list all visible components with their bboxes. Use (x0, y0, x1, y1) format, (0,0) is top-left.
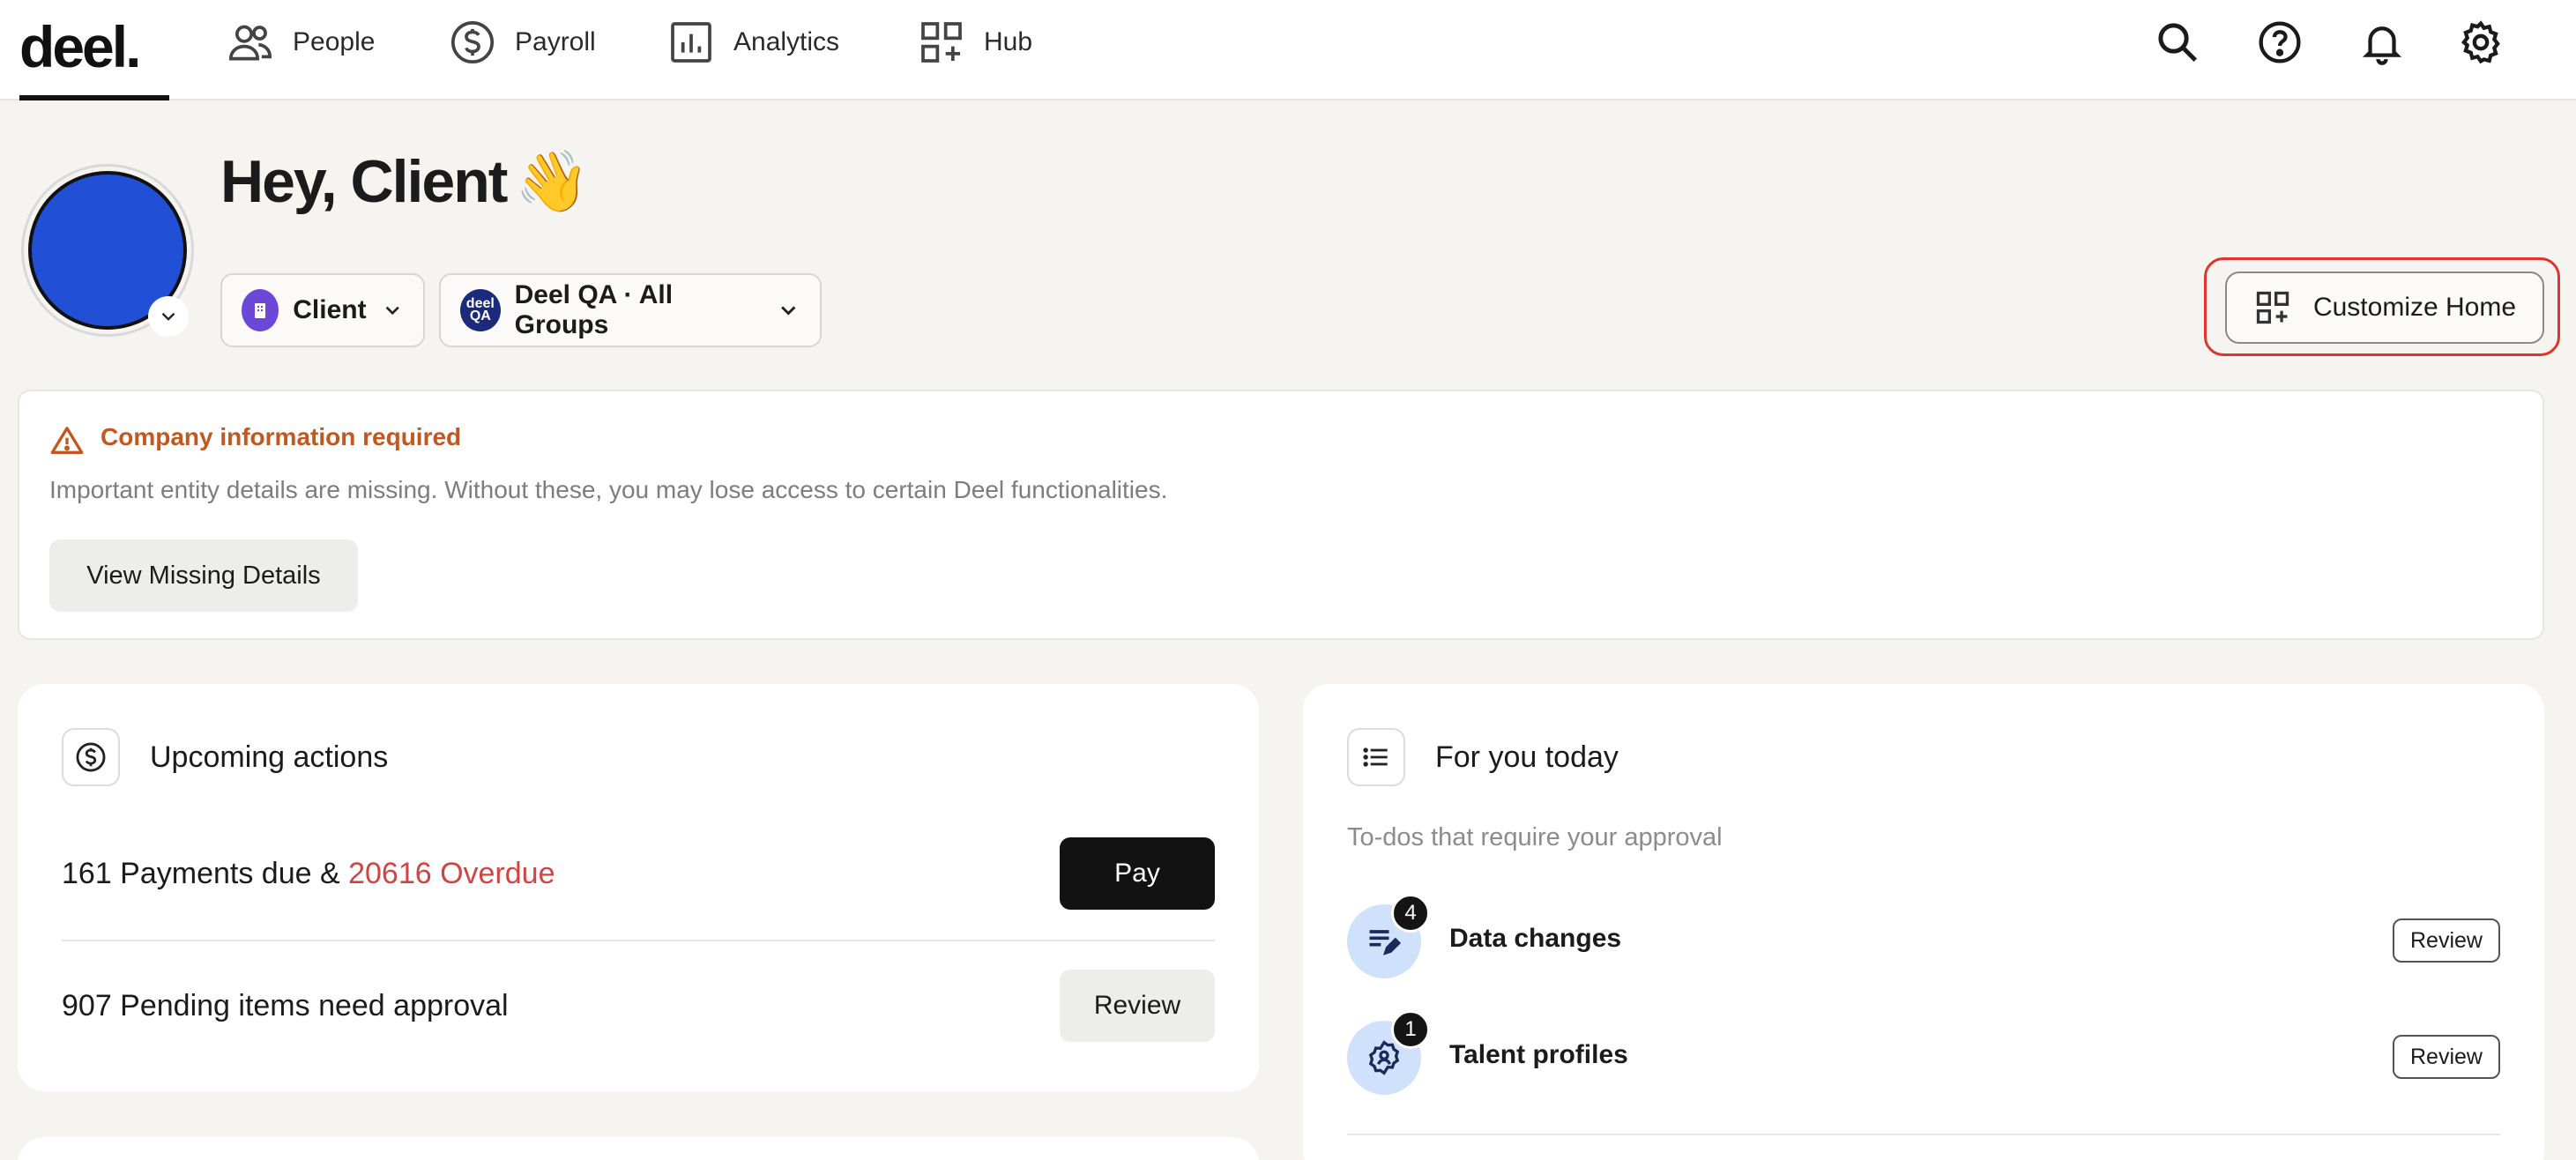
nav-label-analytics: Analytics (733, 27, 840, 56)
pending-approval-text: 907 Pending items need approval (62, 989, 509, 1022)
people-icon (228, 25, 272, 61)
help-button[interactable] (2253, 16, 2306, 69)
building-icon (242, 289, 279, 331)
nav-label-payroll: Payroll (515, 27, 596, 56)
alert-message: Important entity details are missing. Wi… (49, 476, 1168, 503)
grid-plus-icon (921, 22, 962, 63)
data-changes-count: 4 (1391, 894, 1430, 933)
chevron-down-icon (780, 306, 795, 316)
avatar-menu-toggle[interactable] (148, 296, 189, 337)
talent-profiles-count: 1 (1391, 1010, 1430, 1049)
page-greeting: Hey, Client 👋 (220, 146, 590, 217)
bell-icon (2362, 26, 2402, 65)
gear-icon (2461, 20, 2500, 64)
pay-button[interactable]: Pay (1060, 837, 1215, 910)
view-missing-details-button[interactable]: View Missing Details (49, 539, 358, 612)
next-card-edge (18, 1137, 1259, 1160)
customize-home-button[interactable]: Customize Home (2225, 271, 2544, 344)
data-changes-label: Data changes (1449, 924, 1622, 953)
role-selector-label: Client (293, 295, 367, 324)
upcoming-actions-card: Upcoming actions 161 Payments due & 2061… (18, 684, 1259, 1091)
review-pending-button[interactable]: Review (1060, 970, 1215, 1042)
company-info-alert: Company information required Important e… (18, 390, 2544, 640)
nav-item-analytics[interactable]: Analytics (666, 16, 839, 69)
dollar-circle-icon (450, 20, 495, 64)
row-divider (1347, 1134, 2500, 1135)
deel-logo[interactable]: deel. (19, 7, 169, 100)
card-icon-box (1347, 728, 1405, 786)
greeting-text: Hey, Client (220, 148, 508, 215)
review-data-changes-button[interactable]: Review (2393, 918, 2500, 963)
bar-chart-icon (671, 22, 711, 63)
customize-home-label: Customize Home (2312, 293, 2517, 322)
org-selector[interactable]: deel QA Deel QA · All Groups (439, 273, 822, 347)
nav-item-hub[interactable]: Hub (917, 16, 1032, 69)
search-button[interactable] (2151, 16, 2204, 69)
nav-label-people: People (293, 27, 376, 56)
list-icon (1363, 747, 1388, 767)
card-icon-box (62, 728, 120, 786)
notifications-button[interactable] (2356, 16, 2408, 69)
wave-emoji: 👋 (515, 148, 590, 215)
talent-profiles-label: Talent profiles (1449, 1040, 1628, 1069)
warning-icon (50, 427, 84, 454)
org-selector-label: Deel QA · All Groups (514, 280, 674, 339)
active-tab-indicator (19, 95, 169, 100)
upcoming-actions-title: Upcoming actions (150, 740, 389, 774)
overdue-count[interactable]: 20616 Overdue (348, 857, 555, 890)
nav-item-payroll[interactable]: Payroll (448, 16, 596, 69)
payments-due-row: 161 Payments due & 20616 Overdue (62, 857, 555, 891)
for-you-today-subtitle: To-dos that require your approval (1347, 823, 1723, 851)
review-talent-profiles-button[interactable]: Review (2393, 1035, 2500, 1079)
top-nav: deel. People Payroll Analytics Hub (0, 0, 2576, 100)
for-you-today-title: For you today (1435, 740, 1619, 774)
search-icon (2158, 23, 2198, 63)
dollar-circle-icon (76, 742, 106, 772)
chevron-down-icon (161, 312, 175, 321)
payments-due-text: 161 Payments due & (62, 857, 349, 890)
nav-item-people[interactable]: People (226, 16, 375, 69)
nav-label-hub: Hub (984, 27, 1033, 56)
org-logo: deel QA (460, 289, 501, 331)
for-you-today-card: For you today To-dos that require your a… (1303, 684, 2544, 1160)
settings-button[interactable] (2454, 16, 2507, 69)
grid-plus-icon (2256, 291, 2289, 324)
help-icon (2259, 21, 2301, 63)
row-divider (62, 940, 1215, 941)
alert-title: Company information required (101, 423, 462, 450)
role-selector[interactable]: Client (220, 273, 425, 347)
chevron-down-icon (385, 306, 399, 316)
